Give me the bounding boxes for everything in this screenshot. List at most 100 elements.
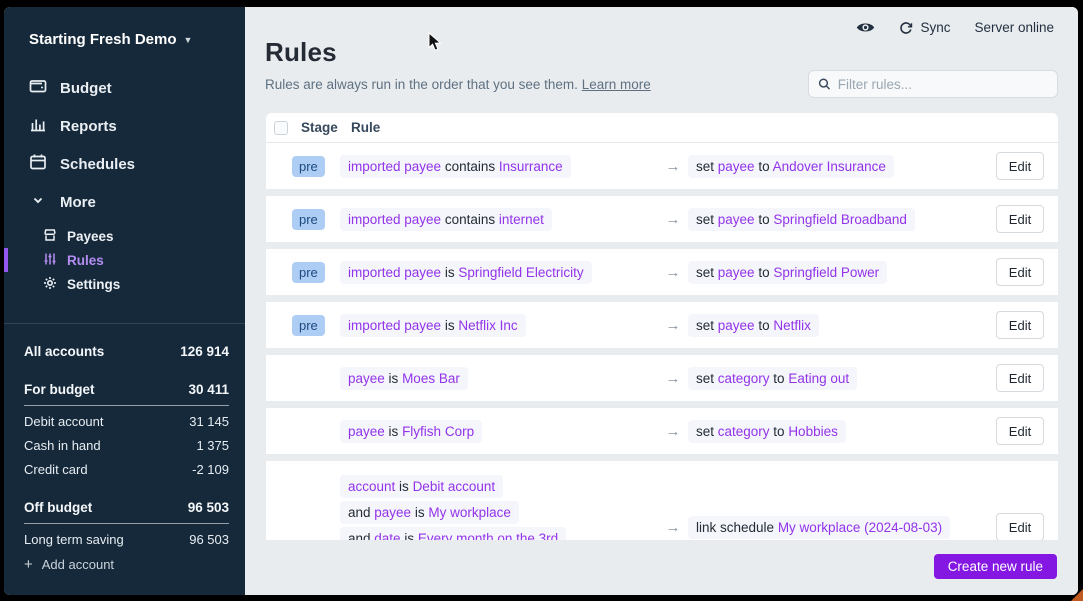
edit-button[interactable]: Edit (996, 513, 1044, 540)
sidebar-item-more[interactable]: More (4, 183, 245, 221)
stage-cell: pre (292, 209, 340, 230)
edit-button[interactable]: Edit (996, 205, 1044, 233)
chevron-down-icon (29, 191, 47, 213)
rule-row[interactable]: payee is Moes Bar → set category to Eati… (266, 355, 1058, 401)
add-account-label: Add account (42, 557, 114, 572)
action-chip: set payee to Springfield Broadband (688, 208, 915, 231)
sidebar: Starting Fresh Demo ▼ Budget (4, 7, 245, 595)
budget-file-switcher[interactable]: Starting Fresh Demo ▼ (4, 7, 245, 48)
sidebar-item-budget[interactable]: Budget (4, 69, 245, 107)
rules-rows: pre imported payee contains Insurrance →… (266, 143, 1058, 540)
account-balance: 1 375 (196, 438, 229, 453)
rules-table: Stage Rule pre imported payee contains I… (266, 113, 1058, 540)
rule-conditions: payee is Flyfish Corp (340, 420, 658, 443)
account-label: Long term saving (24, 532, 124, 547)
footer-bar: Create new rule (245, 540, 1078, 595)
stage-badge: pre (292, 262, 325, 283)
account-row-cash-in-hand[interactable]: Cash in hand 1 375 (24, 433, 229, 457)
arrow-right-icon: → (658, 158, 688, 175)
account-label: Credit card (24, 462, 88, 477)
sync-label: Sync (920, 20, 950, 35)
server-status-label: Server online (974, 20, 1054, 35)
arrow-right-icon: → (658, 423, 688, 440)
condition-chip: payee is Moes Bar (340, 367, 468, 390)
rule-conditions: payee is Moes Bar (340, 367, 658, 390)
filter-rules-input[interactable] (838, 77, 1048, 92)
stage-badge: pre (292, 209, 325, 230)
sidebar-item-label: Reports (60, 118, 117, 135)
select-all-checkbox[interactable] (274, 121, 288, 135)
rule-row[interactable]: payee is Flyfish Corp → set category to … (266, 408, 1058, 454)
account-row-all-accounts[interactable]: All accounts 126 914 (24, 339, 229, 363)
account-label: Debit account (24, 414, 104, 429)
account-row-for-budget[interactable]: For budget 30 411 (24, 378, 229, 406)
account-balance: 96 503 (188, 500, 229, 515)
sync-icon (899, 21, 913, 35)
rule-action-cell: set payee to Netflix (688, 314, 996, 337)
sidebar-item-payees[interactable]: Payees (4, 224, 245, 248)
account-balance: 30 411 (188, 382, 229, 397)
main-content: Sync Server online Rules Rules are alway… (245, 7, 1078, 595)
account-row-debit-account[interactable]: Debit account 31 145 (24, 409, 229, 433)
server-status-button[interactable]: Server online (974, 20, 1054, 35)
action-chip: set category to Eating out (688, 367, 857, 390)
account-label: Off budget (24, 500, 92, 515)
column-header-stage: Stage (301, 120, 351, 135)
account-row-off-budget[interactable]: Off budget 96 503 (24, 496, 229, 524)
account-row-long-term-saving[interactable]: Long term saving 96 503 (24, 527, 229, 551)
create-new-rule-button[interactable]: Create new rule (934, 554, 1057, 579)
sidebar-item-rules[interactable]: Rules (4, 248, 245, 272)
stage-badge: pre (292, 156, 325, 177)
rule-action-cell: set payee to Springfield Broadband (688, 208, 996, 231)
subtitle-text: Rules are always run in the order that y… (265, 77, 578, 92)
edit-button[interactable]: Edit (996, 152, 1044, 180)
action-chip: set payee to Netflix (688, 314, 819, 337)
sidebar-nav: Budget Reports (4, 69, 245, 296)
sidebar-item-schedules[interactable]: Schedules (4, 145, 245, 183)
rule-row[interactable]: pre imported payee contains Insurrance →… (266, 143, 1058, 189)
condition-chip: imported payee is Netflix Inc (340, 314, 526, 337)
condition-chip: imported payee is Springfield Electricit… (340, 261, 592, 284)
arrow-right-icon: → (658, 264, 688, 281)
resize-corner-indicator (1071, 589, 1083, 601)
rule-row[interactable]: pre imported payee contains internet → s… (266, 196, 1058, 242)
privacy-eye-button[interactable] (856, 21, 875, 34)
edit-button[interactable]: Edit (996, 364, 1044, 392)
condition-chip: and date is Every month on the 3rd (340, 527, 566, 540)
rule-action-cell: link schedule My workplace (2024-08-03) (688, 516, 996, 539)
sync-button[interactable]: Sync (899, 20, 950, 35)
edit-button[interactable]: Edit (996, 258, 1044, 286)
action-chip: set category to Hobbies (688, 420, 846, 443)
search-icon (818, 77, 831, 91)
stage-cell: pre (292, 156, 340, 177)
rule-row[interactable]: pre imported payee is Springfield Electr… (266, 249, 1058, 295)
arrow-right-icon: → (658, 519, 688, 536)
account-balance: 96 503 (189, 532, 229, 547)
page-title: Rules (265, 37, 1078, 68)
sidebar-item-settings[interactable]: Settings (4, 272, 245, 296)
edit-button[interactable]: Edit (996, 311, 1044, 339)
account-row-credit-card[interactable]: Credit card -2 109 (24, 457, 229, 481)
account-label: Cash in hand (24, 438, 101, 453)
learn-more-link[interactable]: Learn more (582, 77, 651, 92)
filter-rules-box[interactable] (808, 70, 1058, 98)
add-account-button[interactable]: + Add account (24, 556, 114, 573)
sliders-icon (43, 252, 57, 269)
app-window: Starting Fresh Demo ▼ Budget (4, 7, 1078, 595)
arrow-right-icon: → (658, 211, 688, 228)
rule-action-cell: set payee to Andover Insurance (688, 155, 996, 178)
rule-action-cell: set category to Hobbies (688, 420, 996, 443)
account-balance: -2 109 (192, 462, 229, 477)
sidebar-item-label: Payees (67, 229, 114, 244)
rule-row[interactable]: pre imported payee is Netflix Inc → set … (266, 302, 1058, 348)
account-label: For budget (24, 382, 95, 397)
budget-file-name: Starting Fresh Demo (29, 31, 177, 48)
sidebar-item-label: Schedules (60, 156, 135, 173)
store-icon (43, 228, 57, 245)
column-header-rule: Rule (351, 120, 380, 135)
edit-button[interactable]: Edit (996, 417, 1044, 445)
rule-row[interactable]: account is Debit accountand payee is My … (266, 461, 1058, 540)
eye-icon (856, 21, 875, 34)
rule-conditions: account is Debit accountand payee is My … (340, 461, 658, 540)
sidebar-item-reports[interactable]: Reports (4, 107, 245, 145)
